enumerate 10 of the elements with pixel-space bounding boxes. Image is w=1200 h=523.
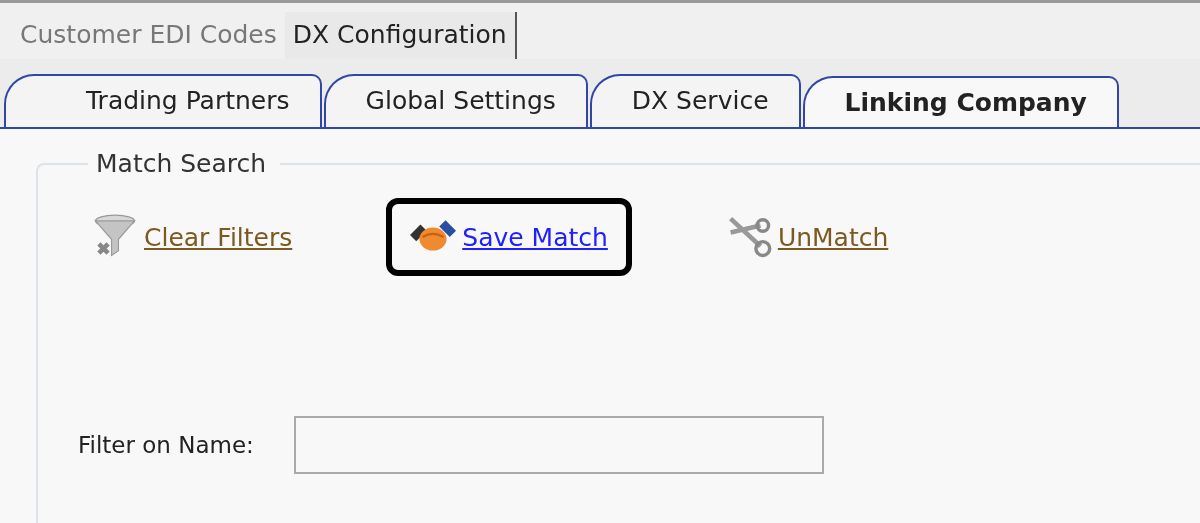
tab[interactable]: DX Configuration	[284, 12, 517, 59]
group-title: Match Search	[95, 149, 268, 178]
tab[interactable]: Customer EDI Codes	[12, 12, 285, 59]
link[interactable]: Save Match	[462, 222, 608, 252]
input-field[interactable]	[293, 416, 824, 474]
tab[interactable]: Trading Partners	[4, 74, 322, 127]
tab[interactable]: DX Service	[589, 74, 801, 127]
tab[interactable]: Linking Company	[802, 76, 1119, 127]
field-label: Filter on Name:	[78, 432, 254, 458]
tab[interactable]: Global Settings	[323, 74, 588, 127]
